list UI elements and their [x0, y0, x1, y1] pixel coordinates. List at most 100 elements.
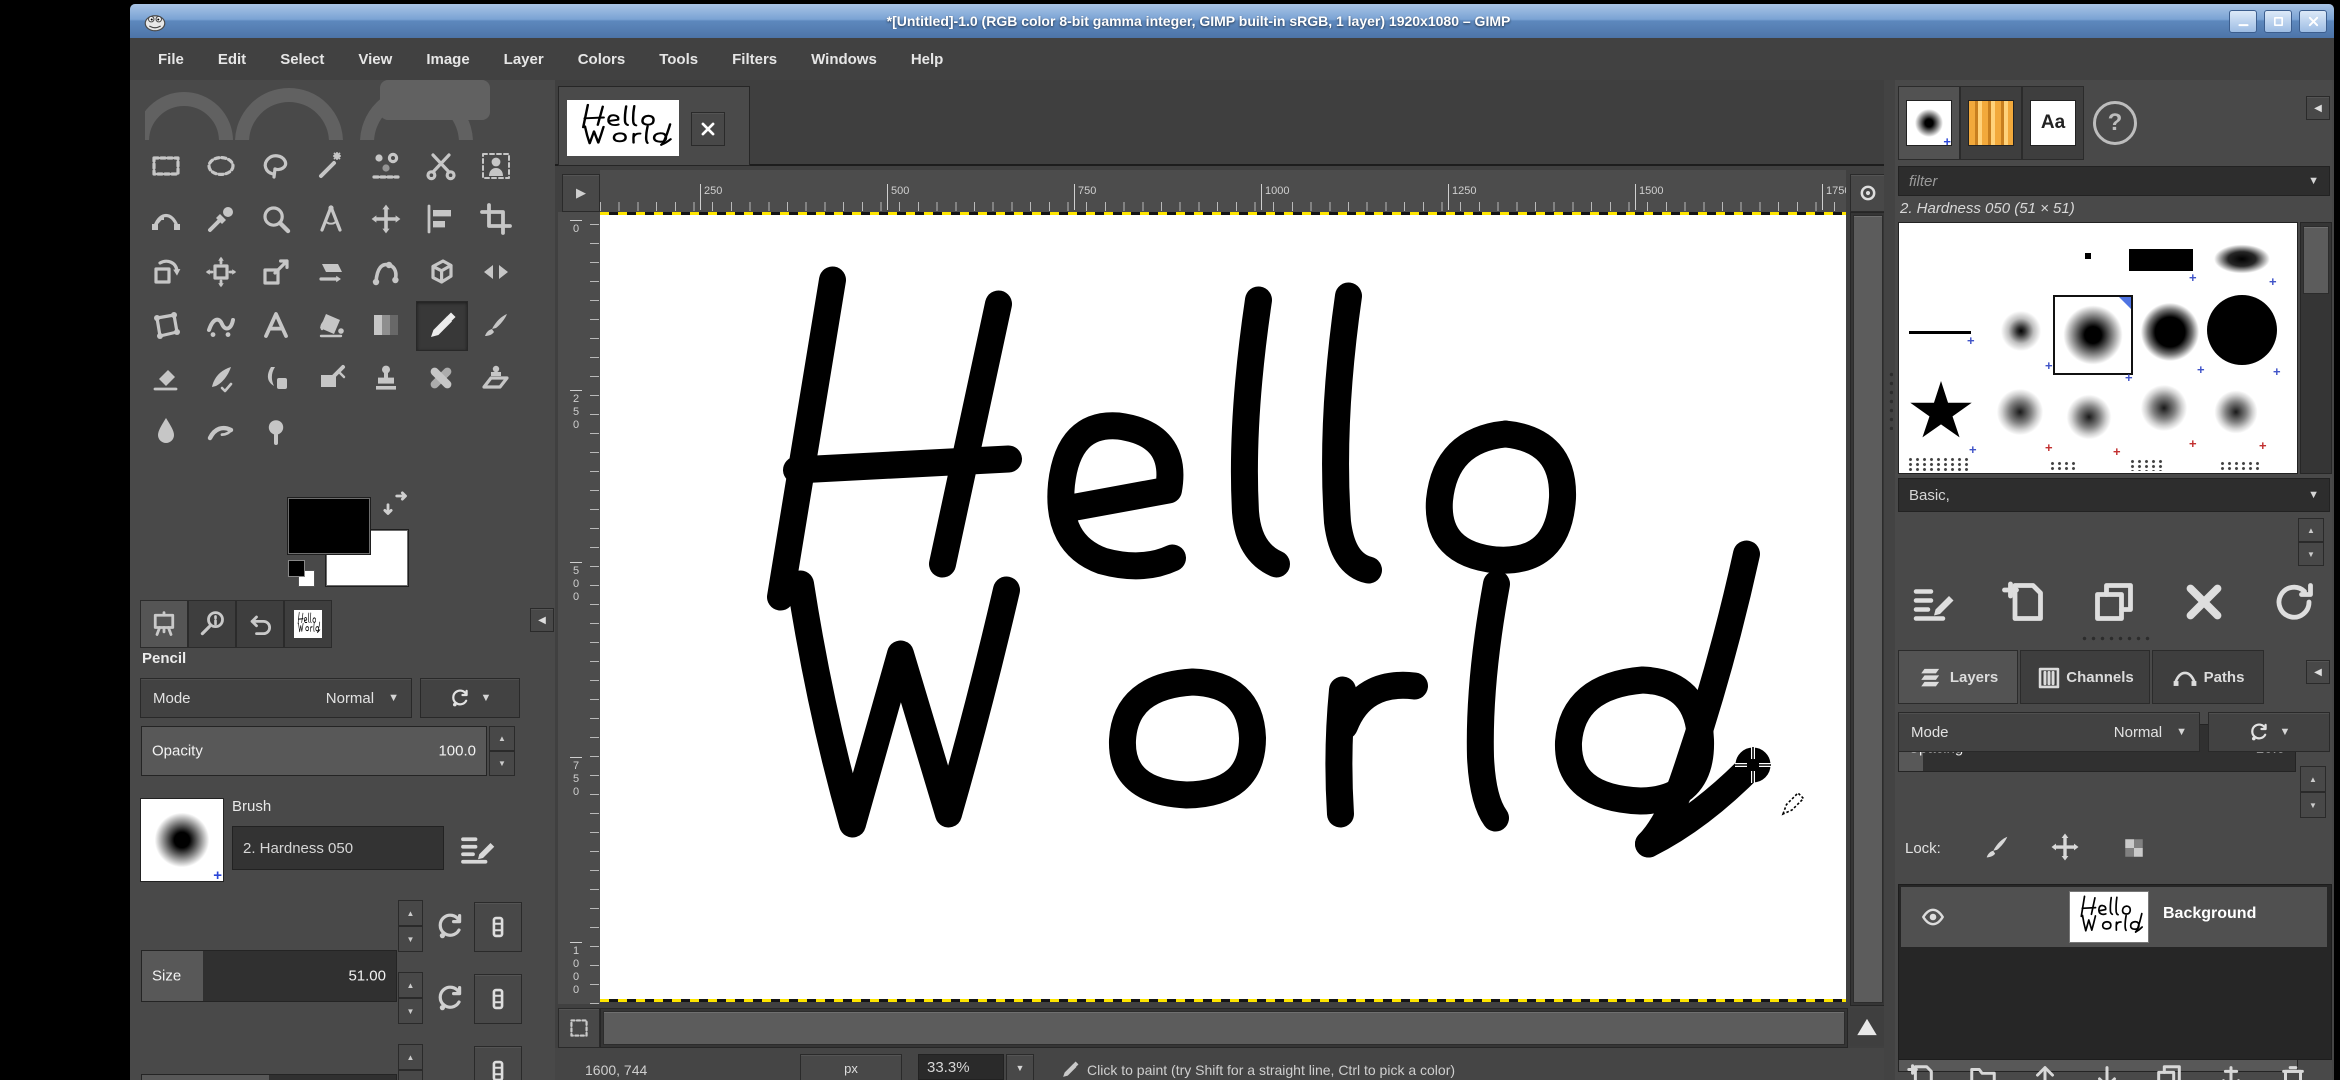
menu-view[interactable]: View	[358, 51, 392, 68]
size-stylus-button[interactable]	[474, 902, 522, 952]
tab-tool-options[interactable]	[140, 600, 188, 648]
panel-resize-grip[interactable]	[2080, 634, 2152, 643]
zoom-combo[interactable]: 33.3%	[918, 1054, 1004, 1080]
collapse-layers-dock-icon[interactable]: ◀	[2306, 660, 2330, 684]
collapse-left-dock-icon[interactable]: ◀	[530, 608, 554, 632]
canvas-menu-icon[interactable]: ▶	[562, 174, 600, 212]
new-group-button[interactable]	[1966, 1062, 2000, 1080]
layer-opac-spinner[interactable]: ▲▼	[2300, 766, 2326, 818]
tool-crop[interactable]	[471, 195, 521, 243]
brush-chalk-splatter-1[interactable]	[1991, 383, 2049, 441]
menu-image[interactable]: Image	[426, 51, 469, 68]
zoom-follow-window-icon[interactable]	[1850, 174, 1886, 212]
tab-channels[interactable]: Channels	[2020, 650, 2150, 704]
spacing-spinner[interactable]: ▲▼	[2298, 518, 2324, 566]
tool-align[interactable]	[416, 195, 466, 243]
menu-filters[interactable]: Filters	[732, 51, 777, 68]
brush-hardness-075[interactable]	[2139, 301, 2201, 363]
tool-gradient[interactable]	[361, 301, 411, 349]
lock-alpha-icon[interactable]	[2120, 834, 2148, 862]
mode-dropdown[interactable]: Mode Normal ▼	[140, 678, 412, 718]
brush-hardness-100[interactable]	[2207, 295, 2277, 365]
tool-rotate[interactable]	[141, 248, 191, 296]
tool-zoom[interactable]	[251, 195, 301, 243]
tool-text[interactable]	[251, 301, 301, 349]
tool-dodge-burn[interactable]	[251, 407, 301, 455]
tool-airbrush[interactable]	[306, 354, 356, 402]
horizontal-scrollbar-thumb[interactable]	[603, 1011, 1845, 1045]
brush-specks-2[interactable]	[2049, 461, 2079, 471]
tool-flip[interactable]	[471, 248, 521, 296]
minimize-button[interactable]	[2229, 10, 2257, 33]
tool-eraser[interactable]	[141, 354, 191, 402]
tool-rectangle-select[interactable]	[141, 142, 191, 190]
vertical-ruler[interactable]: 02505007501000	[558, 212, 600, 1004]
size-reset-icon[interactable]	[434, 910, 466, 942]
opacity-spinner[interactable]: ▲▼	[489, 726, 515, 776]
menu-edit[interactable]: Edit	[218, 51, 246, 68]
dock-divider[interactable]	[1884, 80, 1895, 1080]
canvas[interactable]	[600, 212, 1846, 1002]
vertical-scrollbar-thumb[interactable]	[1853, 215, 1883, 1003]
brush-name-field[interactable]: 2. Hardness 050	[232, 826, 444, 870]
menu-help[interactable]: Help	[911, 51, 944, 68]
tool-select-by-color[interactable]	[361, 142, 411, 190]
brush-line[interactable]	[1909, 331, 1971, 334]
brush-preview[interactable]: +	[140, 798, 224, 882]
tool-fuzzy-select[interactable]	[306, 142, 356, 190]
edit-brush-icon[interactable]	[458, 828, 498, 868]
tab-help[interactable]: ?	[2084, 86, 2146, 160]
aspect-spinner[interactable]: ▲▼	[398, 972, 423, 1024]
tool-paths[interactable]	[141, 195, 191, 243]
layer-mode-reset-button[interactable]: ▼	[2208, 712, 2330, 752]
tab-image-thumbnail[interactable]	[284, 600, 332, 648]
tool-shear[interactable]	[306, 248, 356, 296]
brush-grid-scrollbar-thumb[interactable]	[2303, 226, 2329, 294]
tool-mypaint-brush[interactable]	[251, 354, 301, 402]
menu-layer[interactable]: Layer	[504, 51, 544, 68]
brush-chalk-splatter-3[interactable]	[2135, 379, 2193, 437]
brush-grid[interactable]: ++++++++++++	[1898, 222, 2298, 474]
tool-measure[interactable]	[306, 195, 356, 243]
swap-colors-icon[interactable]	[381, 489, 409, 517]
zoom-menu-button[interactable]: ▼	[1006, 1054, 1034, 1080]
horizontal-scrollbar[interactable]	[600, 1008, 1848, 1048]
tool-foreground-select[interactable]	[471, 142, 521, 190]
angle-stylus-button[interactable]	[474, 1046, 522, 1080]
tool-bucket-fill[interactable]	[306, 301, 356, 349]
tool-free-select[interactable]	[251, 142, 301, 190]
tab-patterns[interactable]	[1960, 86, 2022, 160]
tool-blur[interactable]	[141, 407, 191, 455]
brush-chalk-splatter-2[interactable]	[2061, 389, 2117, 445]
menu-select[interactable]: Select	[280, 51, 324, 68]
brush-chalk-splatter-4[interactable]	[2209, 385, 2263, 439]
tab-paths[interactable]: Paths	[2152, 650, 2264, 704]
tool-move[interactable]	[361, 195, 411, 243]
unit-dropdown[interactable]: px	[800, 1054, 902, 1080]
size-spinner[interactable]: ▲▼	[398, 900, 423, 952]
opacity-slider[interactable]: Opacity 100.0	[141, 726, 487, 776]
title-bar[interactable]: *[Untitled]-1.0 (RGB color 8-bit gamma i…	[130, 4, 2334, 39]
angle-spinner[interactable]: ▲▼	[398, 1044, 423, 1080]
foreground-color-swatch[interactable]	[287, 497, 371, 555]
brush-hardness-025[interactable]	[1993, 303, 2049, 359]
layer-list[interactable]: Background	[1898, 884, 2332, 1060]
tool-ink[interactable]	[196, 354, 246, 402]
aspect-ratio-slider[interactable]: Aspect Ratio 0.00	[141, 1074, 397, 1080]
lock-move-icon[interactable]	[2050, 832, 2080, 862]
tab-brushes[interactable]: +	[1898, 86, 1960, 160]
layer-mode-dropdown[interactable]: Mode Normal ▼	[1898, 712, 2200, 752]
menu-tools[interactable]: Tools	[659, 51, 698, 68]
brush-specks-3[interactable]	[2129, 459, 2163, 471]
aspect-reset-icon[interactable]	[434, 982, 466, 1014]
tool-unified-transform[interactable]	[196, 248, 246, 296]
tool-transform-3d[interactable]	[416, 248, 466, 296]
duplicate-brush-button[interactable]	[2088, 578, 2140, 626]
tool-smudge[interactable]	[196, 407, 246, 455]
brush-tiny-dot[interactable]	[2085, 253, 2091, 259]
tool-color-picker[interactable]	[196, 195, 246, 243]
tool-perspective-clone[interactable]	[471, 354, 521, 402]
tool-heal[interactable]	[416, 354, 466, 402]
tool-scissors-select[interactable]	[416, 142, 466, 190]
brush-filter-input[interactable]: filter ▼	[1898, 166, 2330, 196]
